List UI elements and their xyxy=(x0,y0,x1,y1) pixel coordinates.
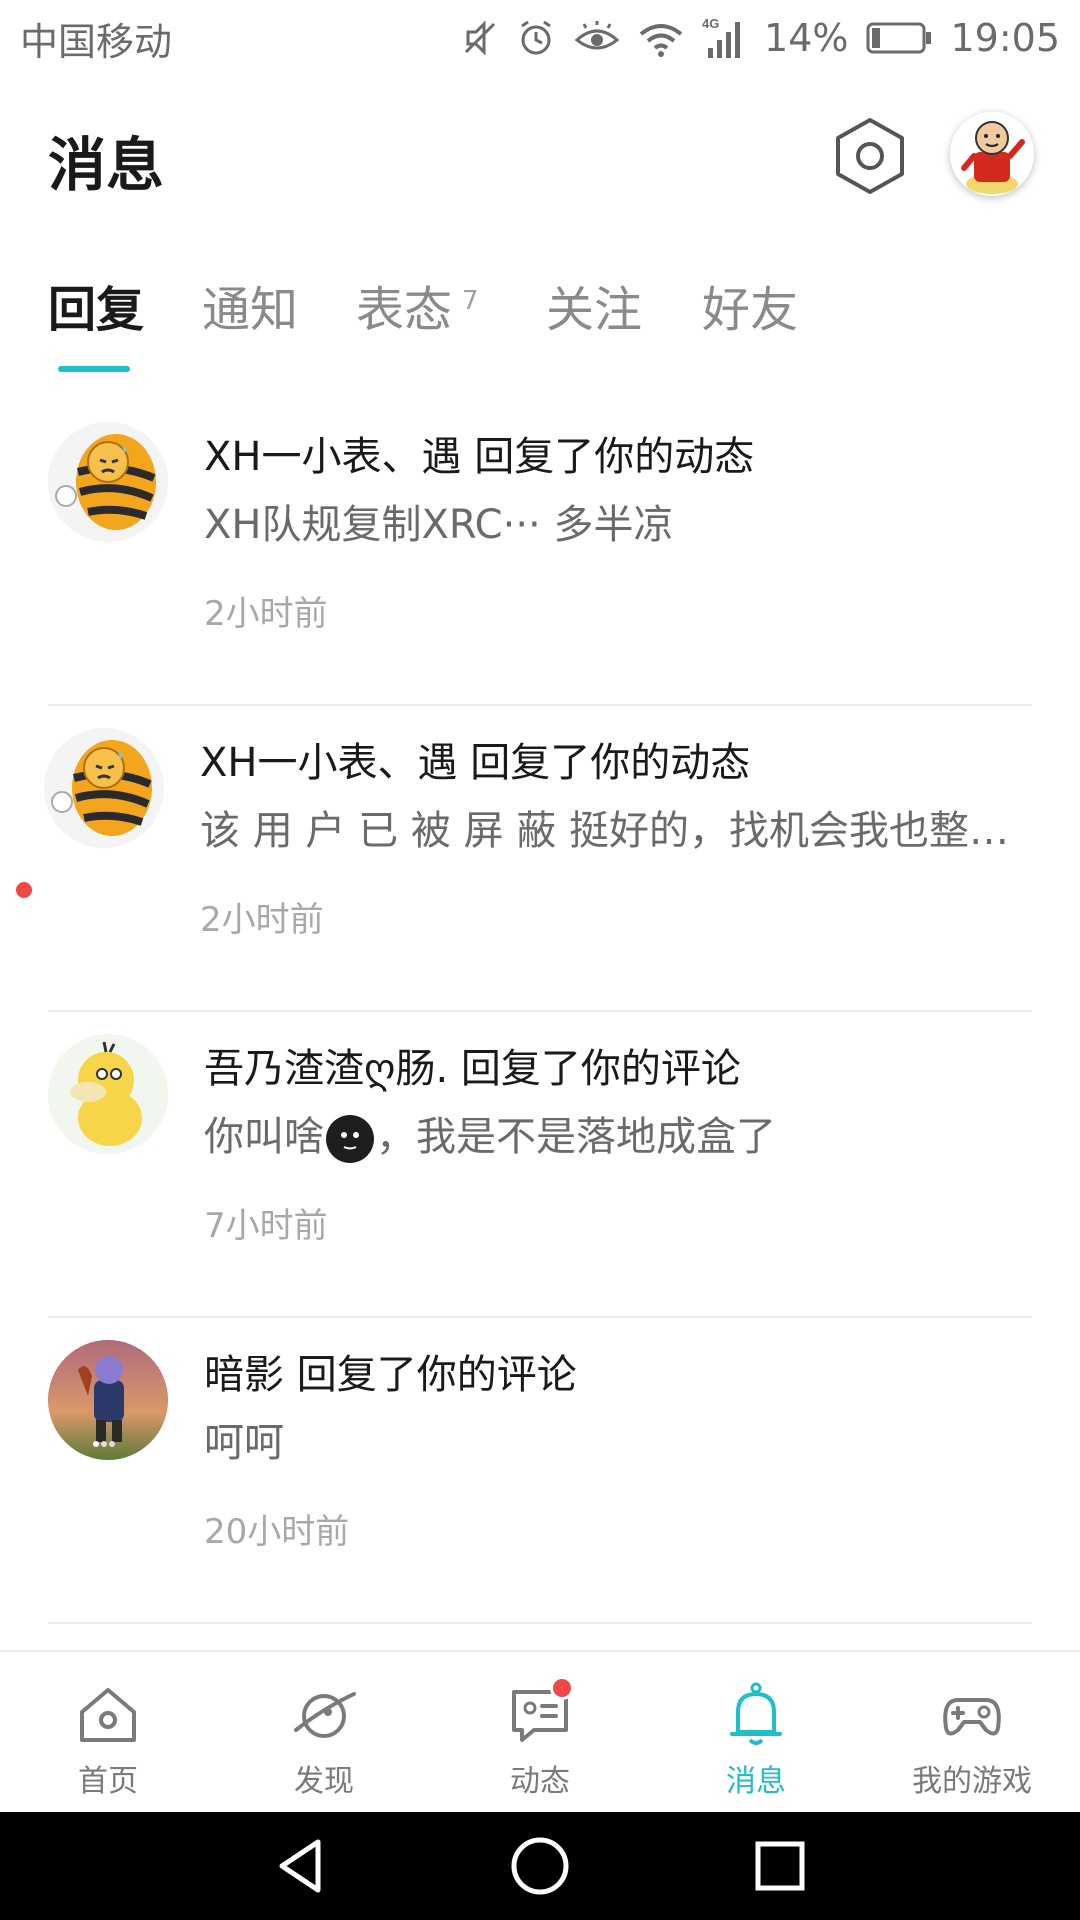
bell-icon xyxy=(720,1678,792,1750)
tab-badge: 7 xyxy=(462,286,479,316)
home-button[interactable] xyxy=(510,1836,570,1896)
recents-square-icon xyxy=(755,1841,805,1891)
hero-avatar-image xyxy=(48,1340,168,1460)
message-title: 吾乃渣渣ღ肠. 回复了你的评论 xyxy=(204,1046,741,1092)
nav-feed[interactable]: 动态 xyxy=(432,1652,648,1814)
bottom-nav: 首页 发现 动态 消息 我的游戏 xyxy=(0,1650,1080,1812)
tab-reply[interactable]: 回复 xyxy=(48,270,144,340)
bee-avatar-image xyxy=(44,728,164,848)
home-icon xyxy=(72,1678,144,1750)
screen: 中国移动 4G 14% 19:05 消息 回复 通知 表态 7 关注 好友 XH… xyxy=(0,0,1080,1920)
message-body: 该 用 户 已 被 屏 蔽 挺好的，找机会我也整… xyxy=(200,808,1010,854)
message-title: XH一小表、遇 回复了你的动态 xyxy=(204,434,755,480)
nav-label: 动态 xyxy=(510,1764,570,1799)
message-body: 你叫啥 ，我是不是落地成盒了 xyxy=(204,1104,1024,1163)
tab-label: 表态 xyxy=(356,282,453,338)
battery-percent: 14% xyxy=(764,16,849,60)
feed-unread-dot xyxy=(550,1676,574,1700)
duck-avatar-image xyxy=(48,1034,168,1154)
face-emoji-icon xyxy=(326,1115,374,1163)
recents-button[interactable] xyxy=(750,1836,810,1896)
avatar[interactable] xyxy=(44,728,164,848)
home-circle-icon xyxy=(511,1837,569,1895)
wifi-icon xyxy=(639,24,683,57)
nav-label: 首页 xyxy=(78,1764,138,1799)
unread-dot xyxy=(16,882,32,898)
clock: 19:05 xyxy=(950,16,1060,60)
nav-discover[interactable]: 发现 xyxy=(216,1652,432,1814)
back-triangle-icon xyxy=(279,1839,321,1893)
message-body: XH队规复制XRC··· 多半凉 xyxy=(204,502,674,548)
tab-indicator xyxy=(58,366,130,372)
nav-label: 发现 xyxy=(294,1764,354,1799)
planet-icon xyxy=(288,1678,360,1750)
back-button[interactable] xyxy=(272,1836,332,1896)
message-title: XH一小表、遇 回复了你的动态 xyxy=(200,740,751,786)
header: 消息 xyxy=(0,100,1080,220)
battery-icon xyxy=(866,22,932,54)
message-time: 2小时前 xyxy=(204,594,328,634)
page-title: 消息 xyxy=(48,131,165,199)
hexagon-gear-icon xyxy=(836,118,904,194)
message-time: 2小时前 xyxy=(200,900,324,940)
nav-label: 我的游戏 xyxy=(912,1764,1032,1799)
tab-label: 通知 xyxy=(202,282,299,338)
tab-label: 好友 xyxy=(702,282,799,338)
message-list: XH一小表、遇 回复了你的动态 XH队规复制XRC··· 多半凉 2小时前 XH… xyxy=(0,400,1080,1624)
message-title: 暗影 回复了你的评论 xyxy=(204,1352,577,1398)
message-time: 7小时前 xyxy=(204,1206,328,1246)
avatar[interactable] xyxy=(48,1340,168,1460)
nav-label: 消息 xyxy=(726,1764,786,1799)
nav-my-games[interactable]: 我的游戏 xyxy=(864,1652,1080,1814)
message-body-text: ，我是不是落地成盒了 xyxy=(376,1114,776,1160)
message-item[interactable]: XH一小表、遇 回复了你的动态 该 用 户 已 被 屏 蔽 挺好的，找机会我也整… xyxy=(0,706,1080,1012)
message-item[interactable]: 暗影 回复了你的评论 呵呵 20小时前 xyxy=(0,1318,1080,1624)
tab-label: 回复 xyxy=(48,282,145,338)
avatar[interactable] xyxy=(48,1034,168,1154)
message-time: 20小时前 xyxy=(204,1512,350,1552)
nav-messages[interactable]: 消息 xyxy=(648,1652,864,1814)
status-icons: 4G 14% 19:05 xyxy=(462,16,1060,60)
tab-friends[interactable]: 好友 xyxy=(702,270,798,340)
nav-home[interactable]: 首页 xyxy=(0,1652,216,1814)
message-body: 呵呵 xyxy=(204,1420,284,1466)
settings-button[interactable] xyxy=(832,114,908,198)
eye-icon xyxy=(574,21,620,50)
signal-4g-icon: 4G xyxy=(702,16,741,58)
avatar-image xyxy=(950,112,1034,196)
divider xyxy=(48,1622,1032,1624)
bee-avatar-image xyxy=(48,422,168,542)
avatar[interactable] xyxy=(48,422,168,542)
tab-bar: 回复 通知 表态 7 关注 好友 xyxy=(0,270,1080,380)
carrier-label: 中国移动 xyxy=(20,19,173,64)
svg-text:4G: 4G xyxy=(702,16,719,31)
user-avatar[interactable] xyxy=(950,112,1034,196)
tab-notify[interactable]: 通知 xyxy=(202,270,298,340)
system-nav-bar xyxy=(0,1812,1080,1920)
mute-icon xyxy=(464,20,496,56)
status-bar: 中国移动 4G 14% 19:05 xyxy=(0,0,1080,76)
message-body-text: 你叫啥 xyxy=(204,1114,324,1160)
tab-follow[interactable]: 关注 xyxy=(546,270,642,340)
gamepad-icon xyxy=(936,1678,1008,1750)
message-item[interactable]: XH一小表、遇 回复了你的动态 XH队规复制XRC··· 多半凉 2小时前 xyxy=(0,400,1080,706)
tab-reaction[interactable]: 表态 7 xyxy=(356,270,479,340)
alarm-icon xyxy=(521,20,551,55)
message-item[interactable]: 吾乃渣渣ღ肠. 回复了你的评论 你叫啥 ，我是不是落地成盒了 7小时前 xyxy=(0,1012,1080,1318)
tab-label: 关注 xyxy=(546,282,643,338)
